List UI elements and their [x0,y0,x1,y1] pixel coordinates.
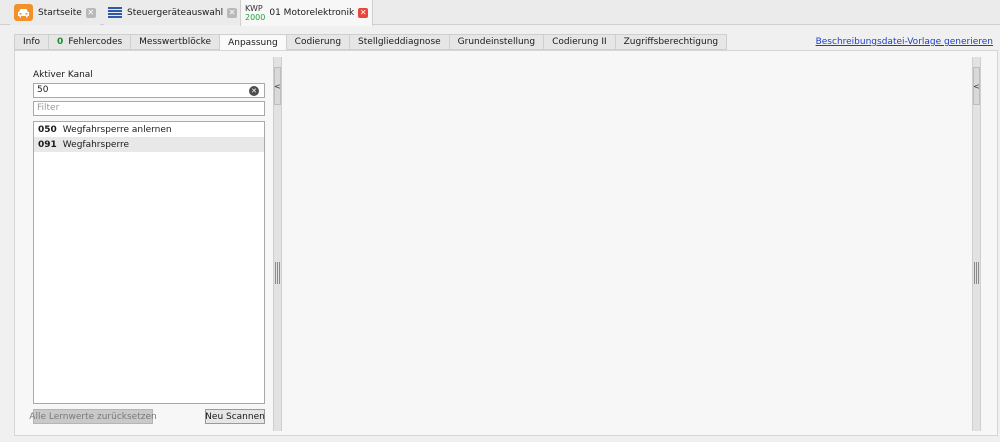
doc-tab-motorelektronik[interactable]: KWP 2000 01 Motorelektronik ✕ [240,0,374,26]
tab-label: Messwertblöcke [139,37,212,47]
channel-number: 050 [38,124,57,135]
reset-learned-values-button[interactable]: Alle Lernwerte zurücksetzen [29,409,157,424]
doc-tab-startseite[interactable]: Startseite ✕ [10,0,100,25]
fault-count-badge: 0 [57,37,64,47]
generate-template-link[interactable]: Beschreibungsdatei-Vorlage generieren [816,37,993,47]
close-icon[interactable]: ✕ [85,7,96,18]
doc-tab-label: Startseite [38,7,82,18]
tab-label: Codierung [294,37,342,47]
car-icon [14,4,33,21]
tab-label: Grundeinstellung [457,37,536,47]
tab-label: Zugriffsberechtigung [623,37,719,47]
function-tab-bar: Info 0 Fehlercodes Messwertblöcke Anpassu… [14,34,728,51]
panel-title: Aktiver Kanal [33,70,93,80]
close-icon[interactable]: ✕ [358,8,369,18]
filter-placeholder: Filter [37,103,60,113]
channel-input[interactable]: 50 ✕ [33,83,265,98]
content-area: Aktiver Kanal 50 ✕ Filter 050 Wegfahrspe… [14,50,998,436]
document-tab-bar: Startseite ✕ Steuergeräteauswahl ✕ KWP 2… [0,0,1000,26]
channel-panel: Aktiver Kanal 50 ✕ Filter 050 Wegfahrspe… [29,67,267,427]
tab-label: Anpassung [228,37,278,48]
clear-icon[interactable]: ✕ [249,86,259,96]
tab-codierung[interactable]: Codierung [286,34,351,50]
tab-label: Info [23,37,41,47]
channel-input-value: 50 [37,85,49,95]
kwp-badge-top: KWP [245,4,263,13]
tab-label: Fehlercodes [68,37,123,47]
tab-grundeinstellung[interactable]: Grundeinstellung [449,34,545,50]
collapse-left-icon[interactable]: < [274,67,281,105]
tab-zugriffsberechtigung[interactable]: Zugriffsberechtigung [615,34,728,50]
left-splitter[interactable]: < [273,57,282,431]
kwp-badge-bottom: 2000 [245,13,266,22]
tab-anpassung[interactable]: Anpassung [220,34,287,51]
channel-label: Wegfahrsperre [62,139,130,150]
tab-label: Stellglieddiagnose [358,37,441,47]
grip-icon [275,262,280,284]
tab-fehlercodes[interactable]: 0 Fehlercodes [49,34,132,50]
channel-number: 091 [38,139,57,150]
list-item[interactable]: 091 Wegfahrsperre [34,137,264,152]
tab-info[interactable]: Info [14,34,50,50]
tab-codierung-ii[interactable]: Codierung II [544,34,616,50]
tab-messwertbloecke[interactable]: Messwertblöcke [131,34,221,50]
close-icon[interactable]: ✕ [227,7,238,18]
channel-list: 050 Wegfahrsperre anlernen 091 Wegfahrsp… [33,121,265,404]
channel-label: Wegfahrsperre anlernen [62,124,172,135]
tab-stellglieddiagnose[interactable]: Stellglieddiagnose [350,34,450,50]
doc-tab-label: 01 Motorelektronik [269,8,355,18]
list-item[interactable]: 050 Wegfahrsperre anlernen [34,122,264,137]
doc-tab-label: Steuergeräteauswahl [127,7,224,18]
collapse-right-icon[interactable]: < [973,67,980,105]
right-splitter[interactable]: < [972,57,981,431]
doc-tab-steuergeraeteauswahl[interactable]: Steuergeräteauswahl ✕ [104,0,242,25]
rescan-button[interactable]: Neu Scannen [205,409,265,424]
grip-icon [974,262,979,284]
tab-label: Codierung II [552,37,607,47]
filter-input[interactable]: Filter [33,101,265,116]
list-icon [108,6,122,19]
kwp-badge: KWP 2000 [245,4,265,22]
